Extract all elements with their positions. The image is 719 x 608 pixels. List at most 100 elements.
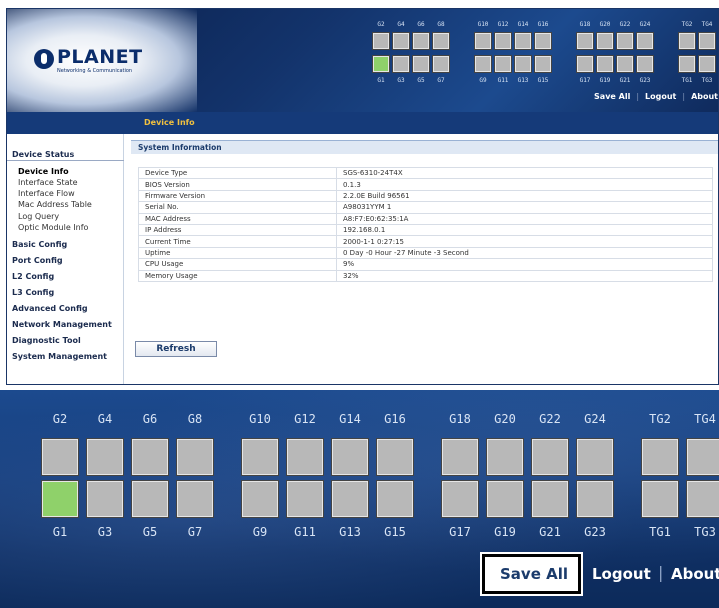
port-g24[interactable] xyxy=(636,32,654,50)
port-g15[interactable] xyxy=(534,55,552,73)
port-g10[interactable] xyxy=(474,32,492,50)
port-g20[interactable] xyxy=(596,32,614,50)
menu-item-log-query[interactable]: Log Query xyxy=(18,212,59,221)
menu-system-management[interactable]: System Management xyxy=(12,352,107,361)
port-g13[interactable] xyxy=(331,480,369,518)
port-label: G7 xyxy=(187,525,203,539)
port-label: G17 xyxy=(449,525,471,539)
menu-network-management[interactable]: Network Management xyxy=(12,320,112,329)
port-label: G21 xyxy=(539,525,561,539)
port-tg1[interactable] xyxy=(678,55,696,73)
port-g14[interactable] xyxy=(331,438,369,476)
about-link[interactable]: About xyxy=(691,92,718,101)
port-label: TG3 xyxy=(701,77,713,84)
port-g2[interactable] xyxy=(41,438,79,476)
port-g23[interactable] xyxy=(636,55,654,73)
port-label: G1 xyxy=(52,525,68,539)
menu-advanced-config[interactable]: Advanced Config xyxy=(12,304,88,313)
port-panel-zoomed: G2 G1 G4 G3 G6 G5 G8 G7 G10 G9 G12 G11 G14 G13 G16 G15 G… xyxy=(0,390,719,550)
port-g12[interactable] xyxy=(286,438,324,476)
menu-item-mac-address-table[interactable]: Mac Address Table xyxy=(18,200,92,209)
port-label: G14 xyxy=(339,412,361,426)
port-g14[interactable] xyxy=(514,32,532,50)
menu-head-device-status[interactable]: Device Status xyxy=(7,147,124,161)
port-tg4[interactable] xyxy=(698,32,716,50)
port-g17[interactable] xyxy=(441,480,479,518)
port-g19[interactable] xyxy=(596,55,614,73)
port-g16[interactable] xyxy=(376,438,414,476)
port-g11[interactable] xyxy=(286,480,324,518)
info-row: Serial No. A98031YYM 1 xyxy=(138,201,713,214)
port-g22[interactable] xyxy=(531,438,569,476)
info-key: Device Type xyxy=(138,166,337,180)
port-g20[interactable] xyxy=(486,438,524,476)
port-g16[interactable] xyxy=(534,32,552,50)
port-g9[interactable] xyxy=(474,55,492,73)
info-key: IP Address xyxy=(138,224,337,237)
menu-item-interface-state[interactable]: Interface State xyxy=(18,178,78,187)
port-g1[interactable] xyxy=(41,480,79,518)
port-g7[interactable] xyxy=(432,55,450,73)
logout-link[interactable]: Logout xyxy=(592,565,651,583)
port-g3[interactable] xyxy=(86,480,124,518)
port-g18[interactable] xyxy=(576,32,594,50)
port-label: G22 xyxy=(539,412,561,426)
section-title: System Information xyxy=(131,140,718,154)
port-g2[interactable] xyxy=(372,32,390,50)
info-row: Device Type SGS-6310-24T4X xyxy=(138,166,713,180)
port-g1[interactable] xyxy=(372,55,390,73)
port-g17[interactable] xyxy=(576,55,594,73)
port-g10[interactable] xyxy=(241,438,279,476)
port-g15[interactable] xyxy=(376,480,414,518)
port-g23[interactable] xyxy=(576,480,614,518)
save-all-link[interactable]: Save All xyxy=(594,92,630,101)
nav-separator: | xyxy=(636,92,640,101)
port-label: G8 xyxy=(437,21,445,28)
port-tg4[interactable] xyxy=(686,438,719,476)
port-tg2[interactable] xyxy=(641,438,679,476)
about-link[interactable]: About xyxy=(671,565,719,583)
port-g13[interactable] xyxy=(514,55,532,73)
port-tg3[interactable] xyxy=(698,55,716,73)
port-tg2[interactable] xyxy=(678,32,696,50)
logout-link[interactable]: Logout xyxy=(645,92,676,101)
port-g19[interactable] xyxy=(486,480,524,518)
port-g12[interactable] xyxy=(494,32,512,50)
info-value: SGS-6310-24T4X xyxy=(336,166,713,180)
port-g18[interactable] xyxy=(441,438,479,476)
port-g7[interactable] xyxy=(176,480,214,518)
info-row: Current Time 2000-1-1 0:27:15 xyxy=(138,235,713,248)
menu-item-optic-module-info[interactable]: Optic Module Info xyxy=(18,223,88,232)
save-all-link[interactable]: Save All xyxy=(500,565,568,583)
port-g6[interactable] xyxy=(131,438,169,476)
port-g8[interactable] xyxy=(432,32,450,50)
port-g22[interactable] xyxy=(616,32,634,50)
port-g6[interactable] xyxy=(412,32,430,50)
web-ui-screenshot: PLANET Networking & Communication G2 G1 G4… xyxy=(6,8,719,385)
port-g21[interactable] xyxy=(616,55,634,73)
menu-item-device-info[interactable]: Device Info xyxy=(18,167,69,176)
port-g21[interactable] xyxy=(531,480,569,518)
port-g4[interactable] xyxy=(86,438,124,476)
port-g8[interactable] xyxy=(176,438,214,476)
refresh-button[interactable]: Refresh xyxy=(135,341,217,357)
port-label: G15 xyxy=(537,77,549,84)
menu-diagnostic-tool[interactable]: Diagnostic Tool xyxy=(12,336,81,345)
menu-l3-config[interactable]: L3 Config xyxy=(12,288,54,297)
port-tg1[interactable] xyxy=(641,480,679,518)
port-tg3[interactable] xyxy=(686,480,719,518)
info-value: A98031YYM 1 xyxy=(336,201,713,214)
port-g4[interactable] xyxy=(392,32,410,50)
info-value: 32% xyxy=(336,270,713,282)
menu-port-config[interactable]: Port Config xyxy=(12,256,63,265)
menu-basic-config[interactable]: Basic Config xyxy=(12,240,67,249)
port-g5[interactable] xyxy=(412,55,430,73)
port-g24[interactable] xyxy=(576,438,614,476)
port-g11[interactable] xyxy=(494,55,512,73)
menu-item-interface-flow[interactable]: Interface Flow xyxy=(18,189,75,198)
port-g9[interactable] xyxy=(241,480,279,518)
menu-l2-config[interactable]: L2 Config xyxy=(12,272,54,281)
info-key: Serial No. xyxy=(138,201,337,214)
port-g3[interactable] xyxy=(392,55,410,73)
port-g5[interactable] xyxy=(131,480,169,518)
